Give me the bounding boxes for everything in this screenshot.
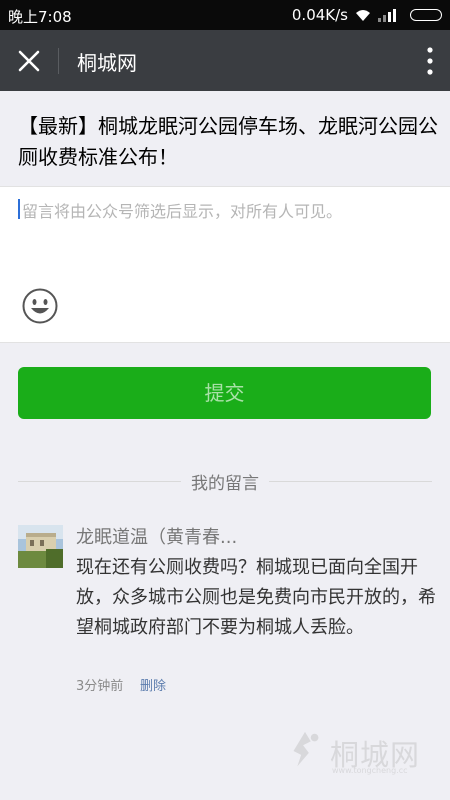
article-headline: 【最新】桐城龙眠河公园停车场、龙眠河公园公厕收费标准公布！ (18, 114, 438, 169)
status-time: 晚上7:08 (8, 8, 72, 26)
signal-icon (378, 9, 396, 22)
comment-author: 龙眠道温（黄青春... (76, 527, 238, 548)
battery-icon (410, 9, 442, 21)
close-icon[interactable] (14, 46, 44, 76)
more-options-icon[interactable] (420, 44, 440, 78)
my-comments-heading-text: 我的留言 (181, 474, 269, 494)
status-bar: 晚上7:08 0.04K/s (0, 0, 450, 30)
comment-input[interactable]: 留言将由公众号筛选后显示，对所有人可见。 (0, 186, 450, 343)
comment-placeholder: 留言将由公众号筛选后显示，对所有人可见。 (22, 202, 343, 221)
article-header: 【最新】桐城龙眠河公园停车场、龙眠河公园公厕收费标准公布！ (0, 91, 450, 186)
wifi-icon (356, 10, 370, 21)
network-speed: 0.04K/s (291, 6, 348, 24)
title-divider (58, 48, 59, 74)
avatar[interactable] (18, 525, 63, 568)
title-bar: 桐城网 (0, 30, 450, 91)
watermark-logo-icon (293, 731, 319, 767)
page-title: 桐城网 (77, 51, 137, 75)
delete-comment-link[interactable]: 删除 (140, 675, 166, 694)
emoji-icon[interactable] (22, 288, 58, 324)
my-comments-heading: 我的留言 (0, 469, 450, 494)
comment-time: 3分钟前 (76, 679, 124, 694)
comment-text: 现在还有公厕收费吗？桐城现已面向全国开放，众多城市公厕也是免费向市民开放的，希望… (76, 557, 436, 638)
text-cursor (18, 199, 20, 219)
watermark: 桐城网 www.tongcheng.cc (282, 728, 442, 778)
watermark-url: www.tongcheng.cc (332, 766, 408, 775)
submit-button[interactable]: 提交 (18, 367, 431, 419)
